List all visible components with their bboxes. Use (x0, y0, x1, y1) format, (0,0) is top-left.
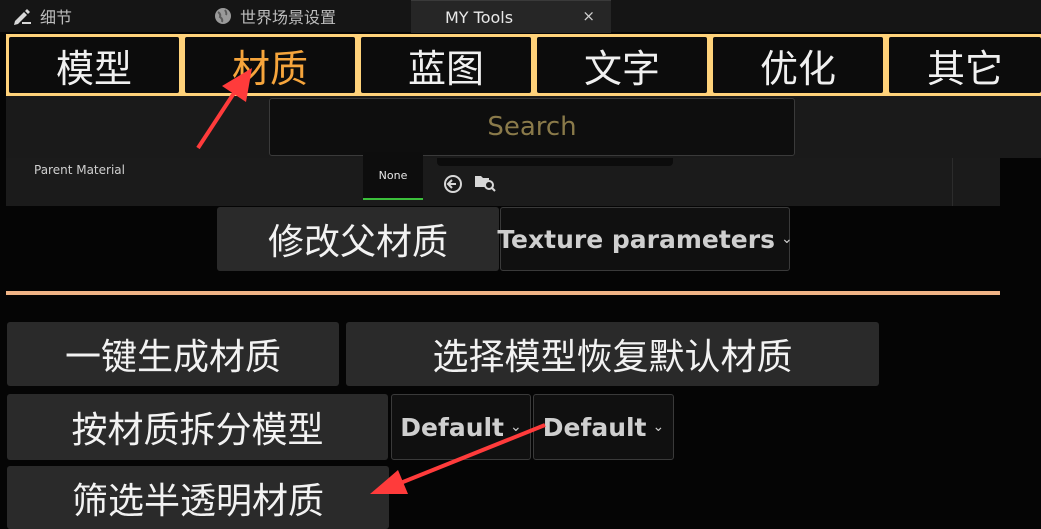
chevron-down-icon: ⌄ (780, 231, 793, 247)
tab-my-tools[interactable]: MY Tools × (411, 0, 611, 33)
tab-bar: 细节 世界场景设置 MY Tools × (0, 0, 1041, 33)
material-thumbnail[interactable]: None (363, 152, 423, 200)
globe-icon (214, 7, 232, 25)
category-other-button[interactable]: 其它 (889, 37, 1041, 93)
use-selected-icon[interactable] (443, 174, 463, 198)
texture-parameters-label: Texture parameters (497, 224, 775, 254)
default-dropdown-1[interactable]: Default ⌄ (391, 394, 531, 460)
split-model-by-material-button[interactable]: 按材质拆分模型 (7, 394, 388, 460)
default-dropdown-2-label: Default (542, 412, 647, 442)
chevron-down-icon: ⌄ (652, 419, 665, 435)
tab-my-tools-label: MY Tools (445, 7, 514, 27)
category-blueprint-button[interactable]: 蓝图 (361, 37, 531, 93)
texture-parameters-dropdown[interactable]: Texture parameters ⌄ (497, 207, 793, 271)
one-click-generate-material-button[interactable]: 一键生成材质 (7, 322, 339, 386)
pencil-icon (12, 7, 32, 25)
modify-parent-material-button[interactable]: 修改父材质 (217, 207, 499, 271)
section-divider (6, 291, 1000, 295)
default-dropdown-1-label: Default (400, 412, 505, 442)
category-model-button[interactable]: 模型 (9, 37, 179, 93)
parent-material-label: Parent Material (34, 163, 125, 177)
tab-details-label: 细节 (40, 8, 73, 27)
restore-default-material-button[interactable]: 选择模型恢复默认材质 (346, 322, 879, 386)
panel-separator (952, 158, 953, 206)
default-dropdown-2[interactable]: Default ⌄ (533, 394, 674, 460)
chevron-down-icon: ⌄ (510, 419, 522, 435)
search-input[interactable]: Search (269, 98, 795, 156)
material-picker-combo[interactable] (437, 158, 673, 166)
browse-folder-icon[interactable] (474, 172, 496, 198)
category-material-button[interactable]: 材质 (185, 37, 355, 93)
close-icon[interactable]: × (582, 7, 595, 25)
tab-world-settings[interactable]: 世界场景设置 (214, 0, 336, 32)
category-text-button[interactable]: 文字 (537, 37, 707, 93)
category-bar: 模型 材质 蓝图 文字 优化 其它 (6, 34, 1041, 96)
category-optimize-button[interactable]: 优化 (713, 37, 883, 93)
tab-world-settings-label: 世界场景设置 (240, 8, 337, 27)
filter-translucent-material-button[interactable]: 筛选半透明材质 (7, 466, 389, 529)
tab-details[interactable]: 细节 (12, 0, 72, 32)
